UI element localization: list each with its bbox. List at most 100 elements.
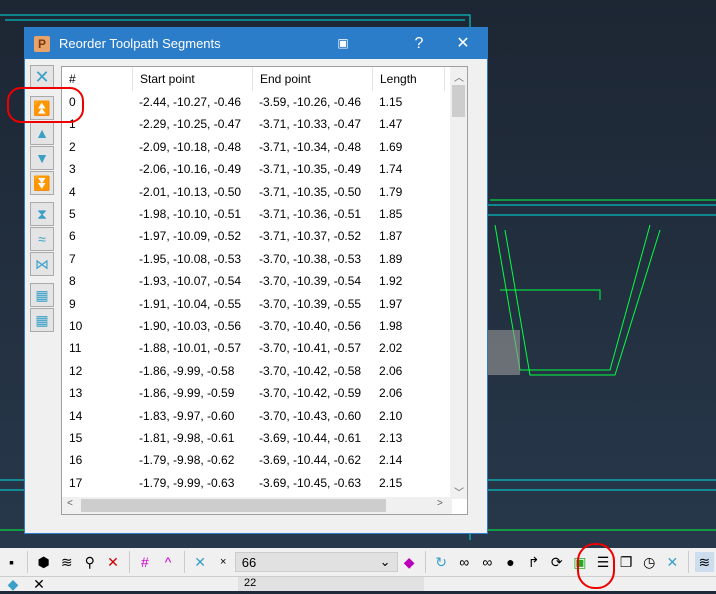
cell-start-point: -2.01, -10.13, -0.50 xyxy=(139,184,242,199)
table-row[interactable]: 4 -2.01, -10.13, -0.50 -3.71, -10.35, -0.5… xyxy=(62,181,452,204)
alternate-direction-button[interactable]: ≈ xyxy=(30,227,54,251)
zigzag-button[interactable]: ⋈ xyxy=(30,252,54,276)
point-icon[interactable]: ● xyxy=(501,552,520,572)
delete-icon[interactable]: ✕ xyxy=(103,552,122,572)
vertical-scrollbar[interactable]: ︿ ﹀ xyxy=(450,67,467,499)
move-up-button[interactable]: ▲ xyxy=(30,121,54,145)
table-row[interactable]: 11 -1.88, -10.01, -0.57 -3.70, -10.41, -0.… xyxy=(62,337,452,360)
table-row[interactable]: 3 -2.06, -10.16, -0.49 -3.71, -10.35, -0.4… xyxy=(62,158,452,181)
cell-index: 11 xyxy=(69,341,82,356)
cell-index: 3 xyxy=(69,162,76,177)
table-row[interactable]: 10 -1.90, -10.03, -0.56 -3.70, -10.40, -0.… xyxy=(62,315,452,338)
cell-index: 10 xyxy=(69,319,83,333)
cell-length: 1.79 xyxy=(379,184,403,199)
cell-start-point: -1.81, -9.98, -0.61 xyxy=(139,431,235,445)
cell-end-point: -3.70, -10.42, -0.58 xyxy=(259,363,362,378)
links-edit-icon[interactable]: ∞ xyxy=(478,552,497,572)
table-row[interactable]: 17 -1.79, -9.99, -0.63 -3.69, -10.45, -0.6… xyxy=(62,472,452,495)
close-button[interactable]: ✕ xyxy=(447,28,479,59)
cell-start-point: -1.86, -9.99, -0.58 xyxy=(139,363,235,378)
leads-icon[interactable]: ↱ xyxy=(524,552,543,572)
move-down-button[interactable]: ▼ xyxy=(30,146,54,170)
toolpath-icon[interactable]: ⬢ xyxy=(34,552,53,572)
help-button[interactable]: ? xyxy=(403,28,435,59)
cell-length: 1.98 xyxy=(379,319,403,333)
curve-icon[interactable]: ^ xyxy=(159,552,178,572)
column-header-length[interactable]: Length xyxy=(373,67,445,91)
cell-end-point: -3.70, -10.38, -0.53 xyxy=(259,251,362,266)
horizontal-scrollbar[interactable]: < > xyxy=(62,497,452,514)
toolbar-icon[interactable]: ▪ xyxy=(2,552,21,572)
cell-index: 16 xyxy=(69,453,83,468)
cell-end-point: -3.70, -10.42, -0.59 xyxy=(259,386,362,401)
links-icon[interactable]: ∞ xyxy=(455,552,474,572)
rotate-icon[interactable]: ↻ xyxy=(432,552,451,572)
table-row[interactable]: 1 -2.29, -10.25, -0.47 -3.71, -10.33, -0.4… xyxy=(62,113,452,136)
cell-end-point: -3.70, -10.40, -0.56 xyxy=(259,319,362,333)
reset-icon[interactable]: ✕ xyxy=(28,574,50,594)
table-row[interactable]: 0 -2.44, -10.27, -0.46 -3.59, -10.26, -0.4… xyxy=(62,91,452,114)
cell-length: 1.97 xyxy=(379,296,403,311)
reverse-order-button[interactable]: ⧗ xyxy=(30,202,54,226)
tool-icon[interactable]: ⚲ xyxy=(80,552,99,572)
segments-table[interactable]: # Start point End point Length 0 -2.44, -… xyxy=(61,66,468,515)
toolpath-verify-icon[interactable]: ≋ xyxy=(57,552,76,572)
dock-icon[interactable]: ▣ xyxy=(327,28,359,59)
table-row[interactable]: 14 -1.83, -9.97, -0.60 -3.70, -10.43, -0.6… xyxy=(62,405,452,428)
cell-start-point: -2.09, -10.18, -0.48 xyxy=(139,139,242,154)
tool-axis-icon[interactable]: ⟳ xyxy=(547,552,566,572)
table-row[interactable]: 9 -1.91, -10.04, -0.55 -3.70, -10.39, -0.5… xyxy=(62,293,452,316)
boundary-select[interactable]: 22 xyxy=(238,577,424,591)
cell-length: 2.10 xyxy=(379,408,403,423)
cell-end-point: -3.69, -10.44, -0.61 xyxy=(259,431,362,445)
cell-index: 15 xyxy=(69,431,83,445)
cell-end-point: -3.71, -10.35, -0.49 xyxy=(259,162,362,177)
copy-icon[interactable]: ❐ xyxy=(617,552,636,572)
cell-end-point: -3.70, -10.43, -0.60 xyxy=(259,408,362,423)
clear-icon[interactable]: × xyxy=(214,552,233,572)
cell-index: 5 xyxy=(69,207,76,221)
table-row[interactable]: 2 -2.09, -10.18, -0.48 -3.71, -10.34, -0.4… xyxy=(62,136,452,159)
cell-start-point: -2.44, -10.27, -0.46 xyxy=(139,95,242,109)
annotation-circle xyxy=(7,87,84,123)
cell-start-point: -1.83, -9.97, -0.60 xyxy=(139,408,235,423)
cell-length: 1.92 xyxy=(379,274,403,289)
reset-icon[interactable]: ✕ xyxy=(663,552,682,572)
stock-icon[interactable]: ◆ xyxy=(400,552,419,572)
cell-length: 1.15 xyxy=(379,95,403,109)
cell-index: 14 xyxy=(69,408,83,423)
column-header-end-point[interactable]: End point xyxy=(253,67,373,91)
table-row[interactable]: 5 -1.98, -10.10, -0.51 -3.71, -10.36, -0.5… xyxy=(62,203,452,226)
table-row[interactable]: 6 -1.97, -10.09, -0.52 -3.71, -10.37, -0.5… xyxy=(62,225,452,248)
cell-index: 6 xyxy=(69,229,76,244)
table-row[interactable]: 13 -1.86, -9.99, -0.59 -3.70, -10.42, -0.5… xyxy=(62,382,452,405)
table-row[interactable]: 8 -1.93, -10.07, -0.54 -3.70, -10.39, -0.5… xyxy=(62,270,452,293)
cell-end-point: -3.70, -10.41, -0.57 xyxy=(259,341,362,356)
title-bar[interactable]: P Reorder Toolpath Segments ▣ ? ✕ xyxy=(25,28,487,59)
reorder-calc-button[interactable]: ▦ xyxy=(30,283,54,307)
cell-start-point: -1.90, -10.03, -0.56 xyxy=(139,319,242,333)
cell-start-point: -2.06, -10.16, -0.49 xyxy=(139,162,242,177)
cell-length: 2.14 xyxy=(379,453,403,468)
toolbar-icon[interactable]: ◆ xyxy=(2,574,24,594)
cell-index: 13 xyxy=(69,386,83,401)
table-row[interactable]: 7 -1.95, -10.08, -0.53 -3.70, -10.38, -0.5… xyxy=(62,248,452,271)
cell-index: 9 xyxy=(69,296,76,311)
table-row[interactable]: 16 -1.79, -9.98, -0.62 -3.69, -10.44, -0.6… xyxy=(62,449,452,472)
toolpath-display-icon[interactable]: ≋ xyxy=(694,552,714,572)
toolpath-select[interactable]: 66 ⌄ xyxy=(234,552,398,572)
cell-length: 1.89 xyxy=(379,251,403,266)
cell-length: 1.69 xyxy=(379,139,403,154)
cell-end-point: -3.71, -10.35, -0.50 xyxy=(259,184,362,199)
clock-icon[interactable]: ◷ xyxy=(640,552,659,572)
reset-icon[interactable]: ✕ xyxy=(191,552,210,572)
table-row[interactable]: 12 -1.86, -9.99, -0.58 -3.70, -10.42, -0.5… xyxy=(62,360,452,383)
zigzag-calc-button[interactable]: ▦ xyxy=(30,308,54,332)
reset-icon[interactable]: ✕ xyxy=(30,65,54,89)
column-header-start-point[interactable]: Start point xyxy=(133,67,253,91)
cell-index: 12 xyxy=(69,363,83,378)
cell-start-point: -1.86, -9.99, -0.59 xyxy=(139,386,235,401)
move-to-bottom-button[interactable]: ⏬ xyxy=(30,171,54,195)
table-row[interactable]: 15 -1.81, -9.98, -0.61 -3.69, -10.44, -0.6… xyxy=(62,427,452,450)
grid-icon[interactable]: # xyxy=(135,552,154,572)
